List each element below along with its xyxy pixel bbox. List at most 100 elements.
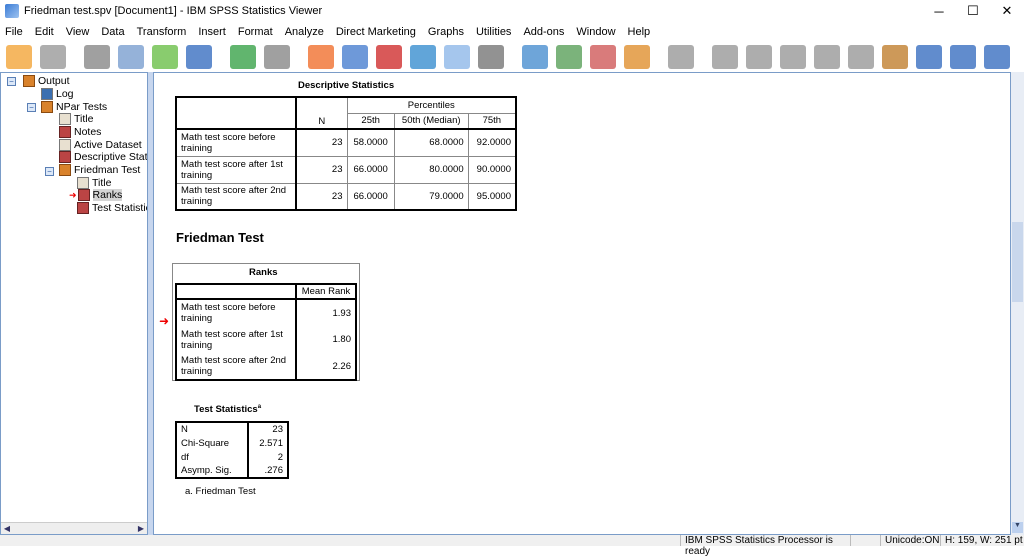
tree-item-ranks[interactable]: ➜ Ranks	[69, 189, 123, 201]
cell-value: 1.93	[332, 307, 352, 319]
menu-direct-marketing[interactable]: Direct Marketing	[331, 26, 423, 38]
menu-window[interactable]: Window	[571, 26, 622, 38]
cell-value: 66.0000	[346, 155, 395, 184]
tree-item-descriptive-statistics[interactable]: Descriptive Statist	[59, 151, 147, 163]
descriptive-statistics-table[interactable]: N Percentiles 25th 50th (Median) 75th Math …	[175, 96, 517, 211]
p25-header: 25th	[346, 112, 395, 130]
insert-title-icon[interactable]	[950, 45, 976, 69]
insert-heading-icon[interactable]	[916, 45, 942, 69]
footnote-marker: a	[257, 404, 262, 410]
menu-format[interactable]: Format	[233, 26, 280, 38]
edit-icon[interactable]	[590, 45, 616, 69]
cell-value: 2.26	[332, 360, 352, 372]
minimize-button[interactable]: ─	[922, 0, 956, 22]
tree-item-notes[interactable]: Notes	[59, 126, 101, 138]
table-icon	[77, 202, 89, 214]
title-icon	[77, 177, 89, 189]
row-label: N	[176, 422, 249, 436]
ranks-table[interactable]: Mean Rank Math test score before trainin…	[175, 283, 357, 381]
unicode-status: Unicode:ON	[880, 535, 940, 546]
table-row: Math test score before training 1.93	[176, 299, 356, 326]
collapse-friedman-icon[interactable]: −	[45, 167, 54, 176]
spell-check-icon[interactable]	[522, 45, 548, 69]
tree-item-title[interactable]: Title	[59, 113, 93, 125]
cell-value: 95.0000	[467, 182, 517, 211]
variables-icon[interactable]	[410, 45, 436, 69]
tree-item-npar-tests[interactable]: NPar Tests	[41, 101, 107, 113]
menu-analyze[interactable]: Analyze	[280, 26, 331, 38]
collapse-output-icon[interactable]: −	[7, 77, 16, 86]
undo-icon[interactable]	[230, 45, 256, 69]
table-row: N 23	[176, 422, 288, 436]
tree-item-output[interactable]: Output	[23, 75, 70, 87]
scroll-left-icon[interactable]: ◀	[2, 524, 12, 534]
show-all-variables-icon[interactable]	[478, 45, 504, 69]
chart-builder-icon[interactable]	[556, 45, 582, 69]
save-icon[interactable]	[40, 45, 66, 69]
table-row: df 2	[176, 450, 288, 464]
recall-dialog-icon[interactable]	[186, 45, 212, 69]
menu-data[interactable]: Data	[96, 26, 131, 38]
title-bar: Friedman test.spv [Document1] - IBM SPSS…	[0, 0, 1024, 22]
menu-edit[interactable]: Edit	[30, 26, 61, 38]
document-icon	[59, 139, 71, 151]
table-row: Asymp. Sig. .276	[176, 464, 288, 478]
row-label: Chi-Square	[176, 436, 249, 450]
collapse-icon[interactable]	[814, 45, 840, 69]
expand-icon[interactable]	[780, 45, 806, 69]
table-row: Math test score before training 23 58.0000…	[175, 128, 517, 157]
goto-case-icon[interactable]	[342, 45, 368, 69]
back-icon[interactable]	[712, 45, 738, 69]
hide-icon[interactable]	[882, 45, 908, 69]
open-icon[interactable]	[6, 45, 32, 69]
tree-item-test-statistics[interactable]: Test Statistics	[77, 202, 147, 214]
test-statistics-table[interactable]: N 23 Chi-Square 2.571 df 2 Asymp. Sig. .276	[175, 421, 289, 479]
tree-item-title-2[interactable]: Title	[77, 177, 111, 189]
menu-utilities[interactable]: Utilities	[471, 26, 518, 38]
goto-variable-icon[interactable]	[376, 45, 402, 69]
menu-graphs[interactable]: Graphs	[423, 26, 471, 38]
scroll-right-icon[interactable]: ▶	[136, 524, 146, 534]
current-item-arrow-icon: ➜	[69, 189, 77, 200]
row-label: Math test score after 1st training	[176, 326, 297, 353]
menu-transform[interactable]: Transform	[132, 26, 194, 38]
print-icon[interactable]	[84, 45, 110, 69]
goto-data-icon[interactable]	[308, 45, 334, 69]
row-label: Math test score after 2nd training	[176, 353, 297, 380]
scroll-down-icon[interactable]: ▼	[1012, 522, 1023, 533]
scrollbar-thumb[interactable]	[1012, 222, 1023, 302]
menu-file[interactable]: File	[0, 26, 30, 38]
export-icon[interactable]	[152, 45, 178, 69]
use-sets-icon[interactable]	[444, 45, 470, 69]
cell-value: 1.80	[332, 334, 352, 345]
log-icon	[41, 88, 53, 100]
menu-add-ons[interactable]: Add-ons	[518, 26, 571, 38]
insert-text-icon[interactable]	[984, 45, 1010, 69]
book-icon	[41, 101, 53, 113]
menu-view[interactable]: View	[61, 26, 97, 38]
menu-insert[interactable]: Insert	[193, 26, 233, 38]
row-label: Math test score after 2nd training	[175, 182, 297, 211]
cell-value: 80.0000	[393, 155, 469, 184]
menu-bar: File Edit View Data Transform Insert Format Ana…	[0, 22, 1024, 42]
content-vertical-scrollbar[interactable]: ▼	[1011, 72, 1024, 535]
table-row: Math test score after 1st training 23 66.0…	[175, 155, 517, 184]
designate-window-icon[interactable]	[668, 45, 694, 69]
maximize-button[interactable]: ☐	[956, 0, 990, 22]
redo-icon[interactable]	[264, 45, 290, 69]
tree-item-active-dataset[interactable]: Active Dataset	[59, 139, 142, 151]
size-status: H: 159, W: 251 pt	[940, 535, 1024, 546]
show-icon[interactable]	[848, 45, 874, 69]
print-preview-icon[interactable]	[118, 45, 144, 69]
tree-item-log[interactable]: Log	[41, 88, 74, 100]
menu-help[interactable]: Help	[623, 26, 658, 38]
outline-horizontal-scrollbar[interactable]: ◀ ▶	[1, 522, 147, 534]
collapse-npar-icon[interactable]: −	[27, 103, 36, 112]
book-icon	[59, 164, 71, 176]
cell-value: 66.0000	[346, 182, 395, 211]
forward-icon[interactable]	[746, 45, 772, 69]
tree-item-friedman-test[interactable]: Friedman Test	[59, 164, 140, 176]
script-icon[interactable]	[624, 45, 650, 69]
close-button[interactable]: ✕	[990, 0, 1024, 22]
table-row: Math test score after 2nd training 23 66.0…	[175, 182, 517, 211]
